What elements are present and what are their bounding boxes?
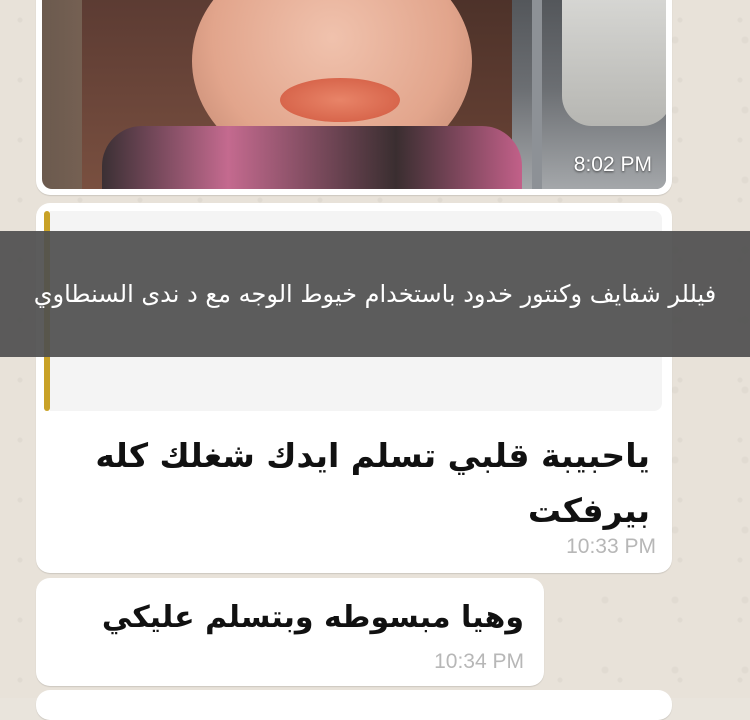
car [562, 0, 666, 126]
lips [280, 78, 400, 122]
message-text-1: ياحبيبة قلبي تسلم ايدك شغلك كله بيرفكت [95, 436, 650, 530]
shoulder [102, 126, 522, 189]
message-bubble-2[interactable]: وهيا مبسوطه وبتسلم عليكي 10:34 PM [36, 578, 544, 686]
message-bubble-3[interactable] [36, 690, 672, 720]
photo-timestamp: 8:02 PM [573, 153, 652, 176]
photo-image[interactable]: 8:02 PM [42, 0, 666, 189]
photo-message-bubble[interactable]: 8:02 PM [36, 0, 672, 195]
caption-overlay: فيللر شفايف وكنتور خدود باستخدام خيوط ال… [0, 231, 750, 357]
caption-text: فيللر شفايف وكنتور خدود باستخدام خيوط ال… [33, 280, 717, 308]
pole [532, 0, 542, 189]
message-text-2: وهيا مبسوطه وبتسلم عليكي [101, 600, 524, 635]
message-timestamp-2: 10:34 PM [434, 650, 524, 673]
message-timestamp-1: 10:33 PM [566, 535, 656, 558]
